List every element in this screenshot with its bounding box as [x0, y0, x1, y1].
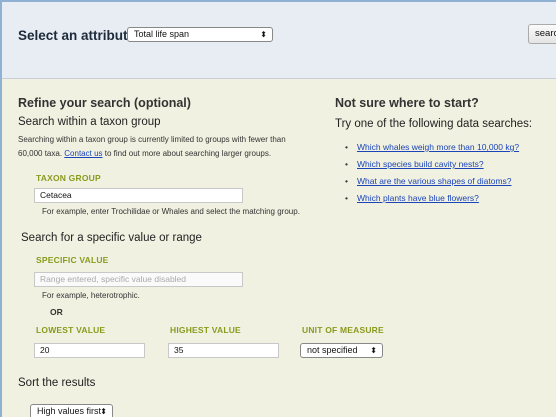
suggestion-list: Which whales weigh more than 10,000 kg? … — [345, 142, 519, 210]
help-subtitle: Try one of the following data searches: — [335, 118, 533, 130]
suggestion-link-blue-flowers[interactable]: Which plants have blue flowers? — [357, 193, 479, 203]
list-item: What are the various shapes of diatoms? — [345, 176, 519, 193]
taxon-note-prefix: 60,000 taxa. — [18, 149, 63, 158]
unit-select-value: not specified — [307, 345, 358, 355]
sort-select[interactable]: High values first ⬍ — [30, 404, 113, 417]
value-heading: Search for a specific value or range — [21, 232, 202, 244]
list-item: Which whales weigh more than 10,000 kg? — [345, 142, 519, 159]
taxon-note-line-1: Searching within a taxon group is curren… — [18, 135, 286, 144]
specific-example: For example, heterotrophic. — [42, 291, 140, 300]
sort-heading: Sort the results — [18, 377, 96, 389]
select-arrows-icon: ⬍ — [260, 30, 267, 39]
taxon-example: For example, enter Trochilidae or Whales… — [42, 207, 300, 216]
taxon-heading: Search within a taxon group — [18, 116, 161, 128]
taxon-note-line-2: 60,000 taxa. Contact us to find out more… — [18, 148, 271, 160]
suggestion-link-cavity-nests[interactable]: Which species build cavity nests? — [357, 159, 484, 169]
specific-value-label: SPECIFIC VALUE — [36, 255, 109, 265]
attribute-bar: Select an attribute Total life span ⬍ se… — [2, 2, 556, 79]
unit-select[interactable]: not specified ⬍ — [300, 343, 383, 358]
or-label: OR — [50, 307, 63, 317]
sort-select-value: High values first — [37, 406, 102, 416]
taxon-group-label: TAXON GROUP — [36, 173, 101, 183]
attribute-label: Select an attribute — [18, 28, 136, 43]
page-frame: Select an attribute Total life span ⬍ se… — [0, 0, 556, 417]
attribute-select[interactable]: Total life span ⬍ — [127, 27, 273, 42]
select-arrows-icon: ⬍ — [370, 346, 377, 355]
specific-value-input[interactable]: Range entered, specific value disabled — [34, 272, 243, 287]
lowest-value-label: LOWEST VALUE — [36, 325, 106, 335]
select-arrows-icon: ⬍ — [100, 407, 107, 416]
taxon-note-suffix: to find out more about searching larger … — [104, 149, 272, 158]
taxon-group-input[interactable]: Cetacea — [34, 188, 243, 203]
search-button[interactable]: search — [528, 24, 556, 44]
highest-value-input[interactable]: 35 — [168, 343, 279, 358]
lowest-value-input[interactable]: 20 — [34, 343, 145, 358]
contact-us-link[interactable]: Contact us — [64, 149, 102, 158]
suggestion-link-whales[interactable]: Which whales weigh more than 10,000 kg? — [357, 142, 519, 152]
help-title: Not sure where to start? — [335, 96, 479, 110]
suggestion-link-diatoms[interactable]: What are the various shapes of diatoms? — [357, 176, 512, 186]
highest-value-label: HIGHEST VALUE — [170, 325, 241, 335]
list-item: Which plants have blue flowers? — [345, 193, 519, 210]
unit-label: UNIT OF MEASURE — [302, 325, 384, 335]
list-item: Which species build cavity nests? — [345, 159, 519, 176]
refine-title: Refine your search (optional) — [18, 96, 191, 110]
attribute-select-value: Total life span — [134, 29, 190, 39]
